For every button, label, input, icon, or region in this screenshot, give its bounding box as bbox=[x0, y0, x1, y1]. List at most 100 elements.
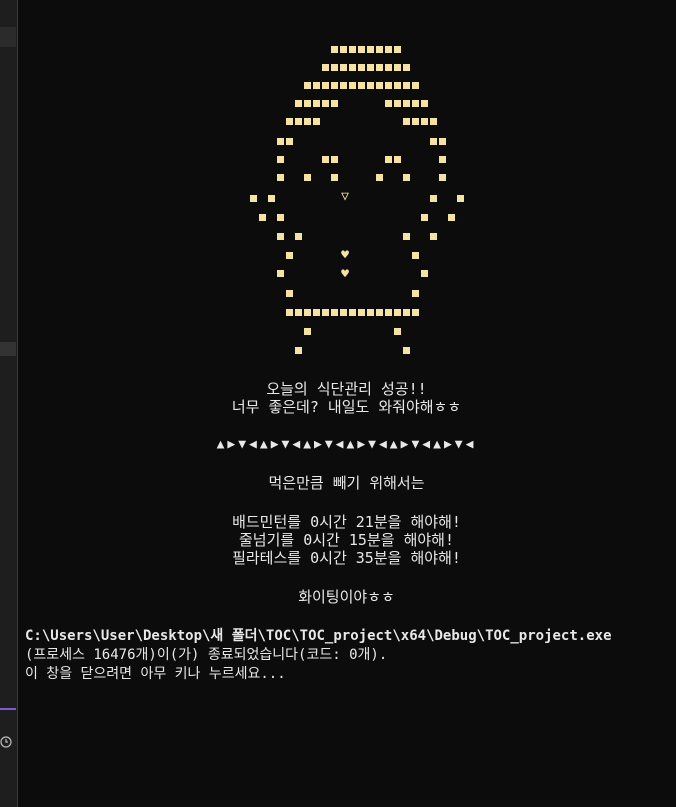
art-block bbox=[376, 82, 383, 89]
art-block bbox=[304, 82, 311, 89]
art-block bbox=[331, 156, 338, 163]
art-block bbox=[448, 214, 455, 221]
art-block bbox=[295, 347, 302, 354]
art-block bbox=[385, 46, 392, 53]
art-block bbox=[277, 214, 284, 221]
art-block bbox=[385, 82, 392, 89]
art-block bbox=[268, 195, 275, 202]
art-block bbox=[394, 328, 401, 335]
art-block bbox=[277, 270, 284, 277]
art-block bbox=[412, 118, 419, 125]
burn-title: 먹은만큼 빼기 위해서는 bbox=[268, 474, 425, 492]
panel-row bbox=[0, 342, 16, 356]
art-block bbox=[304, 100, 311, 107]
art-block bbox=[322, 64, 329, 71]
art-block bbox=[403, 82, 410, 89]
art-block bbox=[367, 82, 374, 89]
art-block bbox=[394, 156, 401, 163]
art-block bbox=[367, 46, 374, 53]
art-block bbox=[430, 138, 437, 145]
art-block bbox=[340, 64, 347, 71]
art-block bbox=[277, 174, 284, 181]
art-block bbox=[331, 174, 338, 181]
art-block bbox=[295, 233, 302, 240]
beak-glyph: ▽ bbox=[341, 189, 349, 204]
art-block bbox=[394, 46, 401, 53]
process-exit-line: (프로세스 16476개)이(가) 종료되었습니다(코드: 0개). bbox=[25, 647, 388, 663]
art-block bbox=[403, 347, 410, 354]
art-block bbox=[349, 64, 356, 71]
art-block bbox=[430, 195, 437, 202]
art-block bbox=[403, 233, 410, 240]
art-block bbox=[331, 309, 338, 316]
art-block bbox=[412, 252, 419, 259]
art-block bbox=[430, 118, 437, 125]
art-block bbox=[403, 100, 410, 107]
art-block bbox=[331, 100, 338, 107]
art-block bbox=[277, 156, 284, 163]
art-block bbox=[421, 100, 428, 107]
exe-path: C:\Users\User\Desktop\새 폴더\TOC\TOC_proje… bbox=[25, 628, 612, 644]
art-block bbox=[349, 46, 356, 53]
art-block bbox=[358, 309, 365, 316]
art-block bbox=[349, 309, 356, 316]
heart-glyph-2: ♥ bbox=[341, 267, 349, 282]
art-block bbox=[349, 82, 356, 89]
cheer-message: 화이팅이야ㅎㅎ bbox=[298, 588, 395, 606]
art-block bbox=[394, 100, 401, 107]
art-block bbox=[412, 100, 419, 107]
art-block bbox=[394, 309, 401, 316]
art-block bbox=[385, 156, 392, 163]
art-block bbox=[322, 100, 329, 107]
art-block bbox=[376, 174, 383, 181]
art-block bbox=[313, 309, 320, 316]
art-block bbox=[403, 309, 410, 316]
art-block bbox=[394, 82, 401, 89]
art-block bbox=[439, 174, 446, 181]
art-block bbox=[277, 233, 284, 240]
clock-icon[interactable] bbox=[0, 735, 14, 749]
exercise-line-3: 필라테스를 0시간 35분을 해야해! bbox=[232, 549, 461, 567]
art-block bbox=[412, 309, 419, 316]
art-block bbox=[367, 64, 374, 71]
art-block bbox=[331, 82, 338, 89]
art-block bbox=[421, 214, 428, 221]
art-block bbox=[403, 64, 410, 71]
art-block bbox=[313, 100, 320, 107]
art-block bbox=[340, 309, 347, 316]
encourage-message: 너무 좋은데? 내일도 와줘야해ㅎㅎ bbox=[231, 398, 462, 416]
art-block bbox=[376, 64, 383, 71]
art-block bbox=[421, 118, 428, 125]
art-block bbox=[403, 174, 410, 181]
art-block bbox=[358, 64, 365, 71]
art-block bbox=[322, 309, 329, 316]
art-block bbox=[313, 82, 320, 89]
art-block bbox=[295, 309, 302, 316]
art-block bbox=[277, 138, 284, 145]
art-block bbox=[286, 290, 293, 297]
art-block bbox=[358, 82, 365, 89]
exercise-line-2: 줄넘기를 0시간 15분을 해야해! bbox=[238, 531, 455, 549]
art-block bbox=[421, 270, 428, 277]
art-block bbox=[457, 195, 464, 202]
heart-glyph-1: ♥ bbox=[341, 248, 349, 263]
art-block bbox=[286, 252, 293, 259]
art-block bbox=[340, 46, 347, 53]
art-block bbox=[304, 309, 311, 316]
art-block bbox=[376, 46, 383, 53]
console-window[interactable]: ▽ ♥ ♥ 오늘의 식단관리 성공!! 너무 좋은데? 내일도 와줘야해ㅎㅎ ▲… bbox=[17, 0, 676, 807]
panel-tab[interactable] bbox=[0, 27, 16, 47]
art-block bbox=[385, 64, 392, 71]
art-block bbox=[286, 309, 293, 316]
art-block bbox=[439, 156, 446, 163]
art-block bbox=[412, 290, 419, 297]
art-block bbox=[340, 82, 347, 89]
art-block bbox=[304, 174, 311, 181]
art-block bbox=[385, 309, 392, 316]
art-block bbox=[394, 64, 401, 71]
art-block bbox=[376, 309, 383, 316]
accent-bar bbox=[0, 708, 16, 710]
divider-line: ▲▶▼◀▲▶▼◀▲▶▼◀▲▶▼◀▲▶▼◀▲▶▼◀ bbox=[216, 437, 477, 452]
art-block bbox=[295, 100, 302, 107]
art-block bbox=[322, 156, 329, 163]
